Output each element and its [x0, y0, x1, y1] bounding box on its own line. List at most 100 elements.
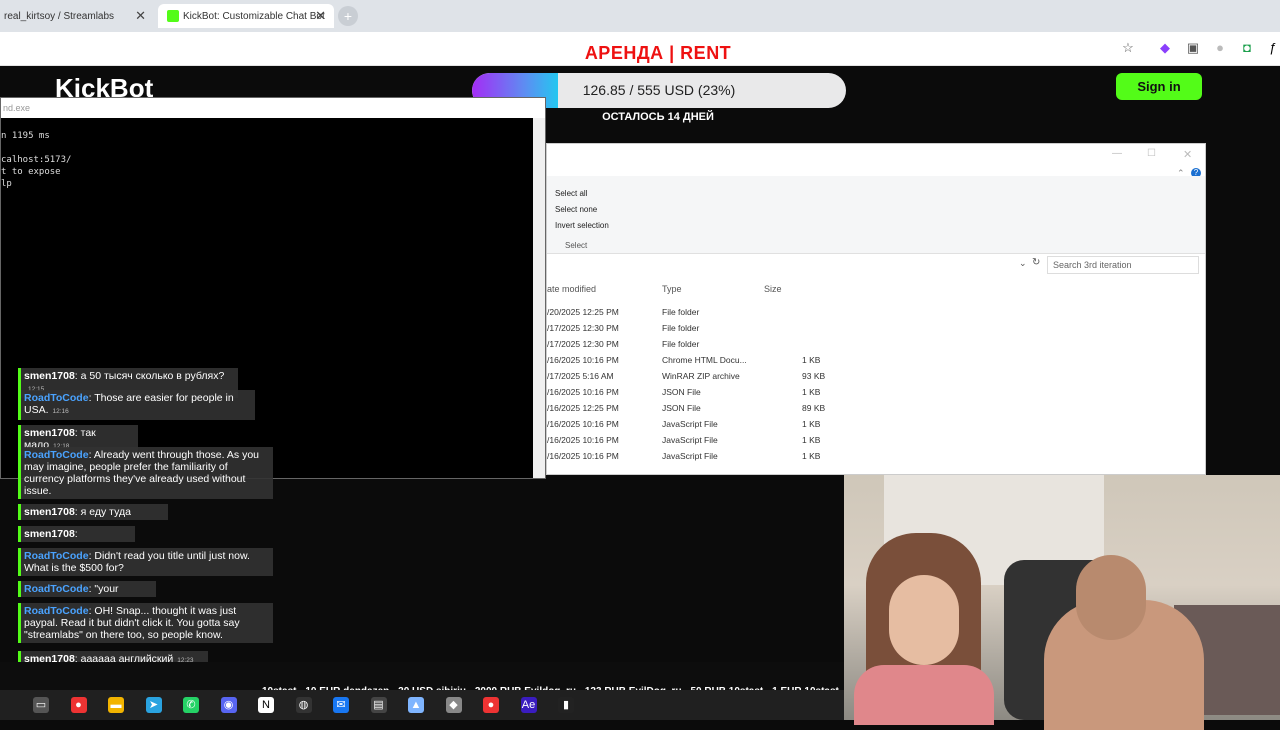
ribbon-group-label: Select	[565, 241, 588, 250]
terminal-line: calhost:5173/	[1, 155, 72, 165]
close-tab-icon[interactable]: ✕	[315, 8, 326, 24]
file-row[interactable]: /17/2025 12:30 PM File folder	[547, 320, 847, 336]
column-size[interactable]: Size	[764, 284, 782, 294]
file-row[interactable]: /16/2025 10:16 PM Chrome HTML Docu... 1 KB	[547, 352, 847, 368]
file-date: /17/2025 12:30 PM	[547, 323, 619, 333]
chat-text: :	[74, 528, 78, 540]
chrome-icon[interactable]: ●	[70, 697, 87, 713]
cam-person-right-head	[1076, 555, 1146, 640]
cam-person-left-face	[889, 575, 959, 665]
terminal-icon[interactable]: ▤	[370, 697, 387, 713]
terminal-line: n 1195 ms	[1, 131, 50, 141]
cam-person-left-shirt	[854, 665, 994, 725]
image-icon[interactable]: ▣	[1186, 41, 1200, 55]
file-size: 89 KB	[802, 403, 826, 413]
file-size: 93 KB	[802, 371, 826, 381]
telegram-icon[interactable]: ➤	[145, 697, 162, 713]
settings-icon[interactable]: ◆	[445, 697, 462, 713]
file-type: JavaScript File	[662, 451, 718, 461]
file-row[interactable]: /16/2025 12:25 PM JSON File 89 KB	[547, 400, 847, 416]
minimize-icon[interactable]: —	[1112, 148, 1122, 159]
after-effects-icon[interactable]: Ae	[520, 697, 537, 713]
circle-icon[interactable]: ●	[1213, 41, 1227, 55]
file-type: JSON File	[662, 403, 701, 413]
address-bar-row: ⌄ ↻ Search 3rd iteration	[547, 254, 1205, 276]
terminal-title: nd.exe	[1, 98, 545, 118]
file-type: JSON File	[662, 387, 701, 397]
close-tab-icon[interactable]: ✕	[135, 8, 146, 24]
file-row[interactable]: /16/2025 10:16 PM JavaScript File 1 KB	[547, 416, 847, 432]
whatsapp-icon[interactable]: ✆	[183, 697, 199, 713]
app-icon[interactable]: ▲	[408, 697, 424, 713]
tab-kickbot[interactable]: KickBot: Customizable Chat Bot ✕	[158, 4, 334, 28]
terminal-line: t to expose	[1, 167, 61, 177]
chevron-down-icon[interactable]: ⌄	[1019, 258, 1027, 269]
file-date: /17/2025 12:30 PM	[547, 339, 619, 349]
folder-icon[interactable]: ▬	[108, 697, 124, 713]
column-type[interactable]: Type	[662, 284, 682, 294]
chat-text: : я еду туда	[74, 506, 131, 518]
file-row[interactable]: /17/2025 12:30 PM File folder	[547, 336, 847, 352]
file-date: /16/2025 10:16 PM	[547, 435, 619, 445]
refresh-icon[interactable]: ↻	[1032, 257, 1040, 268]
file-type: JavaScript File	[662, 419, 718, 429]
cmd-icon[interactable]: ▮	[558, 697, 574, 713]
file-type: Chrome HTML Docu...	[662, 355, 747, 365]
search-input[interactable]: Search 3rd iteration	[1047, 256, 1199, 274]
kick-favicon-icon	[167, 10, 179, 22]
ribbon: Select all Select none Invert selection …	[547, 176, 1205, 254]
chat-username[interactable]: RoadToCode	[24, 583, 89, 595]
maximize-icon[interactable]: ☐	[1147, 148, 1156, 159]
file-row[interactable]: /17/2025 5:16 AM WinRAR ZIP archive 93 KB	[547, 368, 847, 384]
messenger-icon[interactable]: ✉	[333, 697, 349, 713]
task-view-icon[interactable]: ▭	[33, 697, 49, 713]
tab-title: real_kirtsoy / Streamlabs	[4, 10, 115, 22]
chat-username[interactable]: RoadToCode	[24, 449, 89, 461]
select-all-button[interactable]: Select all	[555, 189, 587, 198]
chat-message: RoadToCode: OH! Snap... thought it was j…	[18, 603, 273, 643]
camera-icon[interactable]: ◘	[1240, 41, 1254, 55]
chat-username[interactable]: smen1708	[24, 528, 75, 540]
file-date: /16/2025 10:16 PM	[547, 451, 619, 461]
file-row[interactable]: /20/2025 12:25 PM File folder	[547, 304, 847, 320]
chat-username[interactable]: smen1708	[24, 427, 75, 439]
file-date: /16/2025 12:25 PM	[547, 403, 619, 413]
file-type: WinRAR ZIP archive	[662, 371, 740, 381]
chat-username[interactable]: RoadToCode	[24, 605, 89, 617]
chat-message: smen1708: я еду туда	[18, 504, 168, 520]
select-none-button[interactable]: Select none	[555, 205, 597, 214]
terminal-output: n 1195 ms calhost:5173/t to expose lp	[1, 130, 71, 190]
terminal-line: lp	[1, 179, 12, 189]
chat-username[interactable]: smen1708	[24, 370, 75, 382]
sign-in-button[interactable]: Sign in	[1116, 73, 1202, 100]
file-row[interactable]: /16/2025 10:16 PM JSON File 1 KB	[547, 384, 847, 400]
file-row[interactable]: /16/2025 10:16 PM JavaScript File 1 KB	[547, 448, 847, 464]
column-date-modified[interactable]: ate modified	[547, 284, 596, 294]
extension-icon[interactable]: ◆	[1158, 41, 1172, 55]
webcam-feed	[844, 475, 1280, 730]
taskbar: ▭ ● ▬ ➤ ✆ ◉ N ◍ ✉ ▤ ▲ ◆ ● Ae ▮	[0, 690, 844, 720]
function-icon[interactable]: ƒ	[1266, 41, 1280, 55]
tab-streamlabs[interactable]: real_kirtsoy / Streamlabs ✕	[0, 4, 154, 28]
close-icon[interactable]: ✕	[1183, 148, 1192, 161]
file-row[interactable]: /16/2025 10:16 PM JavaScript File 1 KB	[547, 432, 847, 448]
file-date: /16/2025 10:16 PM	[547, 419, 619, 429]
file-size: 1 KB	[802, 419, 821, 429]
chat-username[interactable]: smen1708	[24, 506, 75, 518]
file-type: File folder	[662, 339, 700, 349]
discord-icon[interactable]: ◉	[220, 697, 237, 713]
file-date: /17/2025 5:16 AM	[547, 371, 614, 381]
terminal-scrollbar[interactable]	[533, 118, 545, 478]
rent-banner: АРЕНДА | RENT	[584, 43, 732, 63]
invert-selection-button[interactable]: Invert selection	[555, 221, 609, 230]
notion-icon[interactable]: N	[258, 697, 274, 713]
star-icon[interactable]: ☆	[1121, 41, 1135, 55]
obs-icon[interactable]: ◍	[295, 697, 312, 713]
chrome-icon[interactable]: ●	[483, 697, 499, 713]
file-type: File folder	[662, 307, 700, 317]
chat-username[interactable]: RoadToCode	[24, 550, 89, 562]
chat-username[interactable]: RoadToCode	[24, 392, 89, 404]
new-tab-button[interactable]: +	[338, 6, 358, 26]
file-type: JavaScript File	[662, 435, 718, 445]
